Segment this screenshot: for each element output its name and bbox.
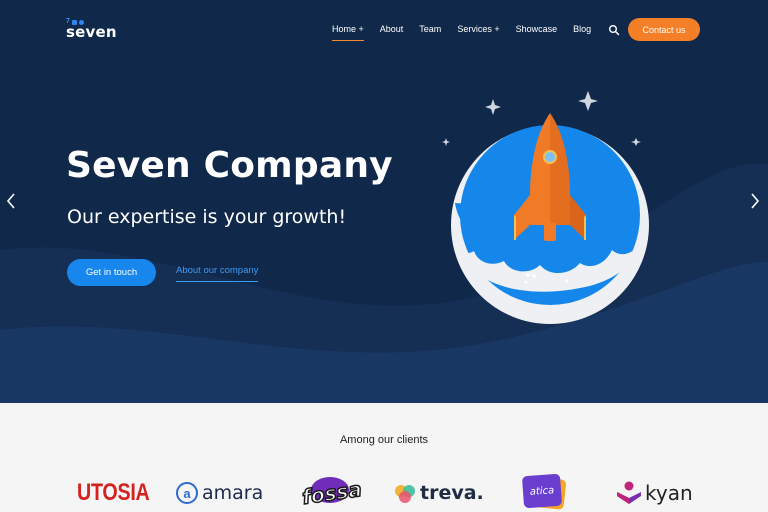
- amara-circle-icon: a: [176, 482, 198, 504]
- client-logo-amara[interactable]: a amara: [176, 473, 263, 512]
- client-logo-utosia[interactable]: UTOSIA: [77, 473, 165, 512]
- slider-prev-arrow[interactable]: [4, 191, 18, 211]
- amara-wordmark: amara: [202, 482, 264, 504]
- nav-blog[interactable]: Blog: [573, 24, 591, 34]
- hero-title: Seven Company: [66, 145, 393, 186]
- nav-showcase[interactable]: Showcase: [516, 24, 558, 34]
- utosia-wordmark: UTOSIA: [77, 479, 150, 506]
- clients-title: Among our clients: [339, 434, 429, 446]
- chevron-left-icon: [6, 193, 15, 209]
- client-logo-treva[interactable]: treva.: [393, 473, 484, 512]
- treva-wordmark: treva.: [420, 482, 484, 504]
- hero-section: 7 seven Home + About Team Services + Sho…: [0, 0, 768, 403]
- nav-home[interactable]: Home +: [332, 24, 364, 41]
- nav-about[interactable]: About: [380, 24, 404, 34]
- sparkle-icon: [442, 138, 450, 146]
- contact-us-button[interactable]: Contact us: [628, 18, 700, 41]
- nav-services[interactable]: Services +: [457, 24, 499, 34]
- get-in-touch-button[interactable]: Get in touch: [67, 259, 156, 286]
- client-logo-atica[interactable]: atica: [521, 473, 567, 512]
- rocket-illustration: [442, 91, 649, 324]
- nav-team[interactable]: Team: [419, 24, 441, 34]
- about-company-link[interactable]: About our company: [176, 265, 259, 282]
- site-logo[interactable]: 7 seven: [66, 18, 117, 41]
- logo-wordmark: seven: [66, 23, 117, 41]
- search-icon[interactable]: [608, 23, 620, 36]
- kyan-person-icon: [617, 481, 641, 504]
- kyan-wordmark: kyan: [645, 481, 693, 505]
- client-logo-kyan[interactable]: kyan: [615, 473, 693, 512]
- main-nav: Home + About Team Services + Showcase Bl…: [332, 23, 636, 41]
- chevron-right-icon: [751, 193, 760, 209]
- hero-subtitle: Our expertise is your growth!: [67, 206, 347, 228]
- sparkle-icon: [578, 91, 598, 111]
- atica-badge: atica: [521, 473, 567, 511]
- slider-next-arrow[interactable]: [748, 191, 762, 211]
- sparkle-icon: [631, 138, 641, 146]
- client-logo-fossa[interactable]: fossa: [300, 473, 364, 512]
- treva-petal-icon: [395, 485, 415, 503]
- atica-wordmark: atica: [529, 484, 555, 498]
- clients-section: Among our clients UTOSIA a amara fossa t…: [0, 403, 768, 512]
- sparkle-icon: [485, 99, 501, 115]
